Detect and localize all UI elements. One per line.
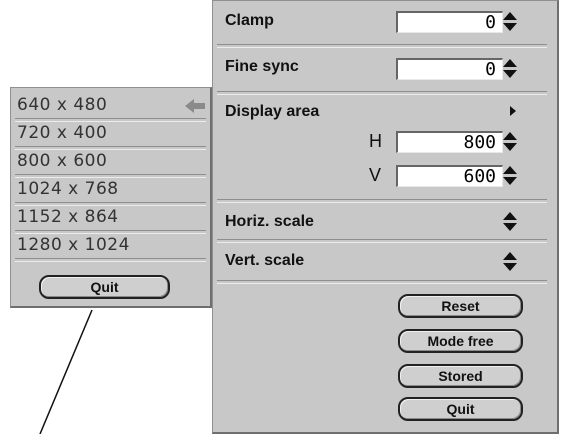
callout-line (39, 309, 93, 434)
